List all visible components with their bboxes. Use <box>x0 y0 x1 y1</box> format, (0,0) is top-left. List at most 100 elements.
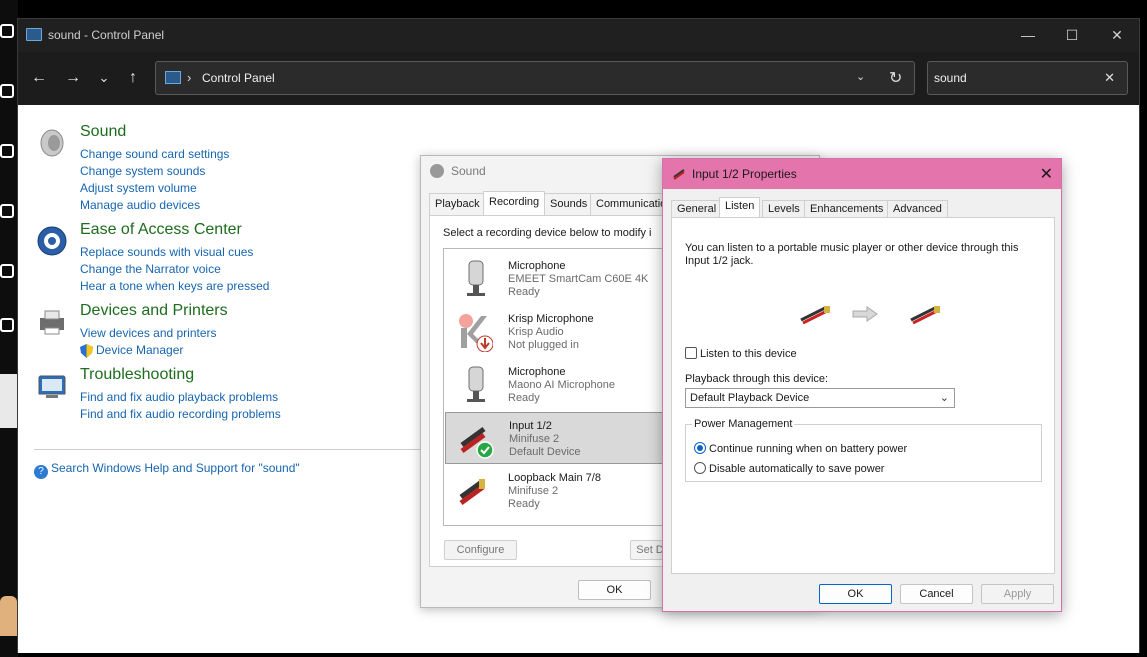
arrow-right-icon <box>852 306 878 322</box>
listen-description: You can listen to a portable music playe… <box>685 242 1019 267</box>
divider <box>34 449 422 450</box>
tab-sounds[interactable]: Sounds <box>544 193 594 215</box>
listen-panel: You can listen to a portable music playe… <box>671 217 1055 574</box>
rca-cable-icon <box>459 478 485 506</box>
tab-enhancements[interactable]: Enhancements <box>804 200 890 218</box>
result-title[interactable]: Troubleshooting <box>80 366 194 384</box>
result-title[interactable]: Sound <box>80 123 126 141</box>
address-dropdown-icon[interactable]: ⌄ <box>856 70 865 83</box>
tab-listen[interactable]: Listen <box>719 197 761 219</box>
device-desc: EMEET SmartCam C60E 4K <box>508 273 649 285</box>
rca-cable-icon <box>460 426 494 459</box>
radio-button[interactable] <box>694 462 706 474</box>
chevron-down-icon[interactable]: ⌄ <box>940 391 949 404</box>
radio-continue-running[interactable]: Continue running when on battery power <box>694 442 907 455</box>
radio-button[interactable] <box>694 442 706 454</box>
up-button[interactable]: ↑ <box>122 68 144 88</box>
output-jack-icon <box>910 306 940 324</box>
person-icon[interactable] <box>0 264 14 278</box>
link-device-manager[interactable]: Device Manager <box>96 343 183 357</box>
link-view-devices-printers[interactable]: View devices and printers <box>80 326 217 340</box>
navigation-bar: ← → ⌄ ↑ › Control Panel ⌄ ↻ sound ✕ <box>18 52 1139 105</box>
properties-title: Input 1/2 Properties <box>692 167 797 181</box>
playback-device-select[interactable]: Default Playback Device ⌄ <box>685 388 955 408</box>
tab-advanced[interactable]: Advanced <box>887 200 948 218</box>
microphone-icon <box>467 366 485 402</box>
device-desc: Krisp Audio <box>508 326 564 338</box>
properties-close-button[interactable]: ✕ <box>1040 164 1053 184</box>
pen-icon[interactable] <box>0 144 14 158</box>
playback-label: Playback through this device: <box>685 373 829 385</box>
link-change-system-sounds[interactable]: Change system sounds <box>80 164 205 178</box>
radio-continue-label[interactable]: Continue running when on battery power <box>709 443 907 455</box>
tab-levels[interactable]: Levels <box>762 200 806 218</box>
listen-checkbox[interactable]: Listen to this device <box>685 347 797 360</box>
troubleshoot-icon <box>38 375 66 398</box>
device-status: Ready <box>508 286 540 298</box>
link-replace-sounds-visual-cues[interactable]: Replace sounds with visual cues <box>80 245 253 259</box>
device-status: Ready <box>508 498 540 510</box>
avatar <box>0 596 17 636</box>
microphone-icon <box>467 260 485 296</box>
edit-icon[interactable] <box>0 24 14 38</box>
breadcrumb-control-panel[interactable]: Control Panel <box>202 71 275 85</box>
tab-general[interactable]: General <box>671 200 723 218</box>
speaker-icon <box>40 129 64 157</box>
printer-icon <box>40 310 64 335</box>
back-button[interactable]: ← <box>28 68 50 88</box>
search-value[interactable]: sound <box>934 71 967 85</box>
device-desc: Minifuse 2 <box>509 433 560 445</box>
properties-apply-button[interactable]: Apply <box>981 584 1054 604</box>
breadcrumb-chevron-icon[interactable]: › <box>187 70 191 85</box>
radio-disable-automatically[interactable]: Disable automatically to save power <box>694 462 884 475</box>
listen-checkbox-label[interactable]: Listen to this device <box>700 348 797 360</box>
link-hear-tone-keys[interactable]: Hear a tone when keys are pressed <box>80 279 269 293</box>
sound-ok-button[interactable]: OK <box>578 580 651 600</box>
device-desc: Minifuse 2 <box>508 485 559 497</box>
link-manage-audio-devices[interactable]: Manage audio devices <box>80 198 200 212</box>
checkbox-box[interactable] <box>685 347 697 359</box>
krisp-icon <box>459 314 493 352</box>
tab-playback[interactable]: Playback <box>429 193 486 215</box>
link-change-narrator-voice[interactable]: Change the Narrator voice <box>80 262 221 276</box>
tab-communications[interactable]: Communicatio <box>590 193 673 215</box>
refresh-icon[interactable]: ↻ <box>889 68 902 88</box>
device-desc: Maono AI Microphone <box>508 379 616 391</box>
result-title[interactable]: Ease of Access Center <box>80 221 242 239</box>
device-name: Microphone <box>508 366 566 378</box>
minimize-button[interactable]: — <box>1013 25 1043 45</box>
link-adjust-system-volume[interactable]: Adjust system volume <box>80 181 197 195</box>
input-jack-icon <box>800 306 830 324</box>
properties-ok-button[interactable]: OK <box>819 584 892 604</box>
search-input[interactable]: sound ✕ <box>927 61 1128 95</box>
recent-locations-button[interactable]: ⌄ <box>93 68 115 88</box>
power-management-legend: Power Management <box>692 418 795 430</box>
recording-instruction: Select a recording device below to modif… <box>443 227 652 239</box>
link-fix-playback[interactable]: Find and fix audio playback problems <box>80 390 278 404</box>
result-title[interactable]: Devices and Printers <box>80 302 228 320</box>
close-button[interactable]: ✕ <box>1102 25 1132 45</box>
help-link-text[interactable]: Search Windows Help and Support for "sou… <box>51 461 300 475</box>
playback-device-value[interactable]: Default Playback Device <box>690 392 809 404</box>
help-search-link[interactable]: ? Search Windows Help and Support for "so… <box>34 461 300 479</box>
device-name: Krisp Microphone <box>508 313 594 325</box>
clear-search-icon[interactable]: ✕ <box>1104 70 1115 86</box>
properties-cancel-button[interactable]: Cancel <box>900 584 973 604</box>
maximize-button[interactable]: ☐ <box>1057 25 1087 45</box>
forward-button[interactable]: → <box>62 68 84 88</box>
tab-recording[interactable]: Recording <box>483 191 546 216</box>
link-fix-recording[interactable]: Find and fix audio recording problems <box>80 407 281 421</box>
more-icon[interactable] <box>0 318 14 332</box>
sound-dialog-icon <box>430 164 444 178</box>
device-status: Default Device <box>509 446 581 458</box>
radio-disable-label[interactable]: Disable automatically to save power <box>709 463 884 475</box>
help-icon: ? <box>34 465 48 479</box>
taskbar-selected-item[interactable] <box>0 374 17 428</box>
link-change-sound-card-settings[interactable]: Change sound card settings <box>80 147 229 161</box>
settings-icon[interactable] <box>0 204 14 218</box>
configure-button[interactable]: Configure <box>444 540 517 560</box>
title-bar: sound - Control Panel — ☐ ✕ <box>18 19 1139 52</box>
bookmark-icon[interactable] <box>0 84 14 98</box>
properties-title-bar: Input 1/2 Properties ✕ <box>663 159 1061 189</box>
address-bar[interactable]: › Control Panel ⌄ ↻ <box>155 61 915 95</box>
